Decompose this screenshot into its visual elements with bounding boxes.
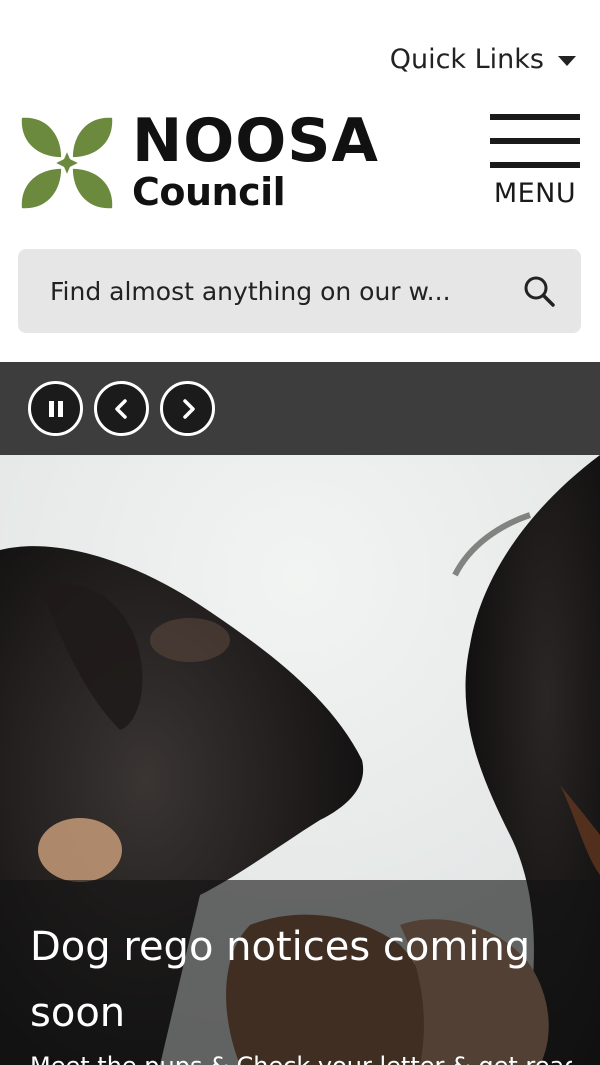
chevron-left-icon — [114, 398, 127, 419]
hamburger-bar-icon — [490, 114, 580, 120]
next-slide-button[interactable] — [160, 381, 215, 436]
noosa-council-logo[interactable]: NOOSA Council — [18, 106, 379, 214]
carousel-controls — [0, 362, 600, 455]
quick-links-label: Quick Links — [389, 44, 544, 75]
logo-subtitle: Council — [132, 170, 286, 214]
council-logo-icon — [21, 117, 113, 209]
search-icon[interactable] — [517, 269, 561, 313]
hamburger-bar-icon — [490, 162, 580, 168]
quick-links-dropdown[interactable]: Quick Links — [390, 44, 576, 75]
menu-button[interactable]: MENU — [490, 114, 580, 209]
pause-button[interactable] — [28, 381, 83, 436]
menu-label: MENU — [493, 178, 577, 209]
pause-icon — [48, 400, 63, 417]
caret-down-icon — [558, 55, 576, 66]
previous-slide-button[interactable] — [94, 381, 149, 436]
logo-title: NOOSA — [132, 106, 379, 176]
slide-caption: Dog rego notices coming soon Meet the pu… — [0, 880, 600, 1065]
search-input[interactable] — [50, 276, 517, 306]
site-search — [18, 249, 581, 333]
slide-title-link[interactable]: Dog rego notices coming soon — [30, 914, 572, 1046]
hamburger-bar-icon — [490, 138, 580, 144]
slide-subtitle: Meet the pups & Check your letter & get … — [30, 1052, 572, 1065]
chevron-right-icon — [182, 398, 195, 419]
